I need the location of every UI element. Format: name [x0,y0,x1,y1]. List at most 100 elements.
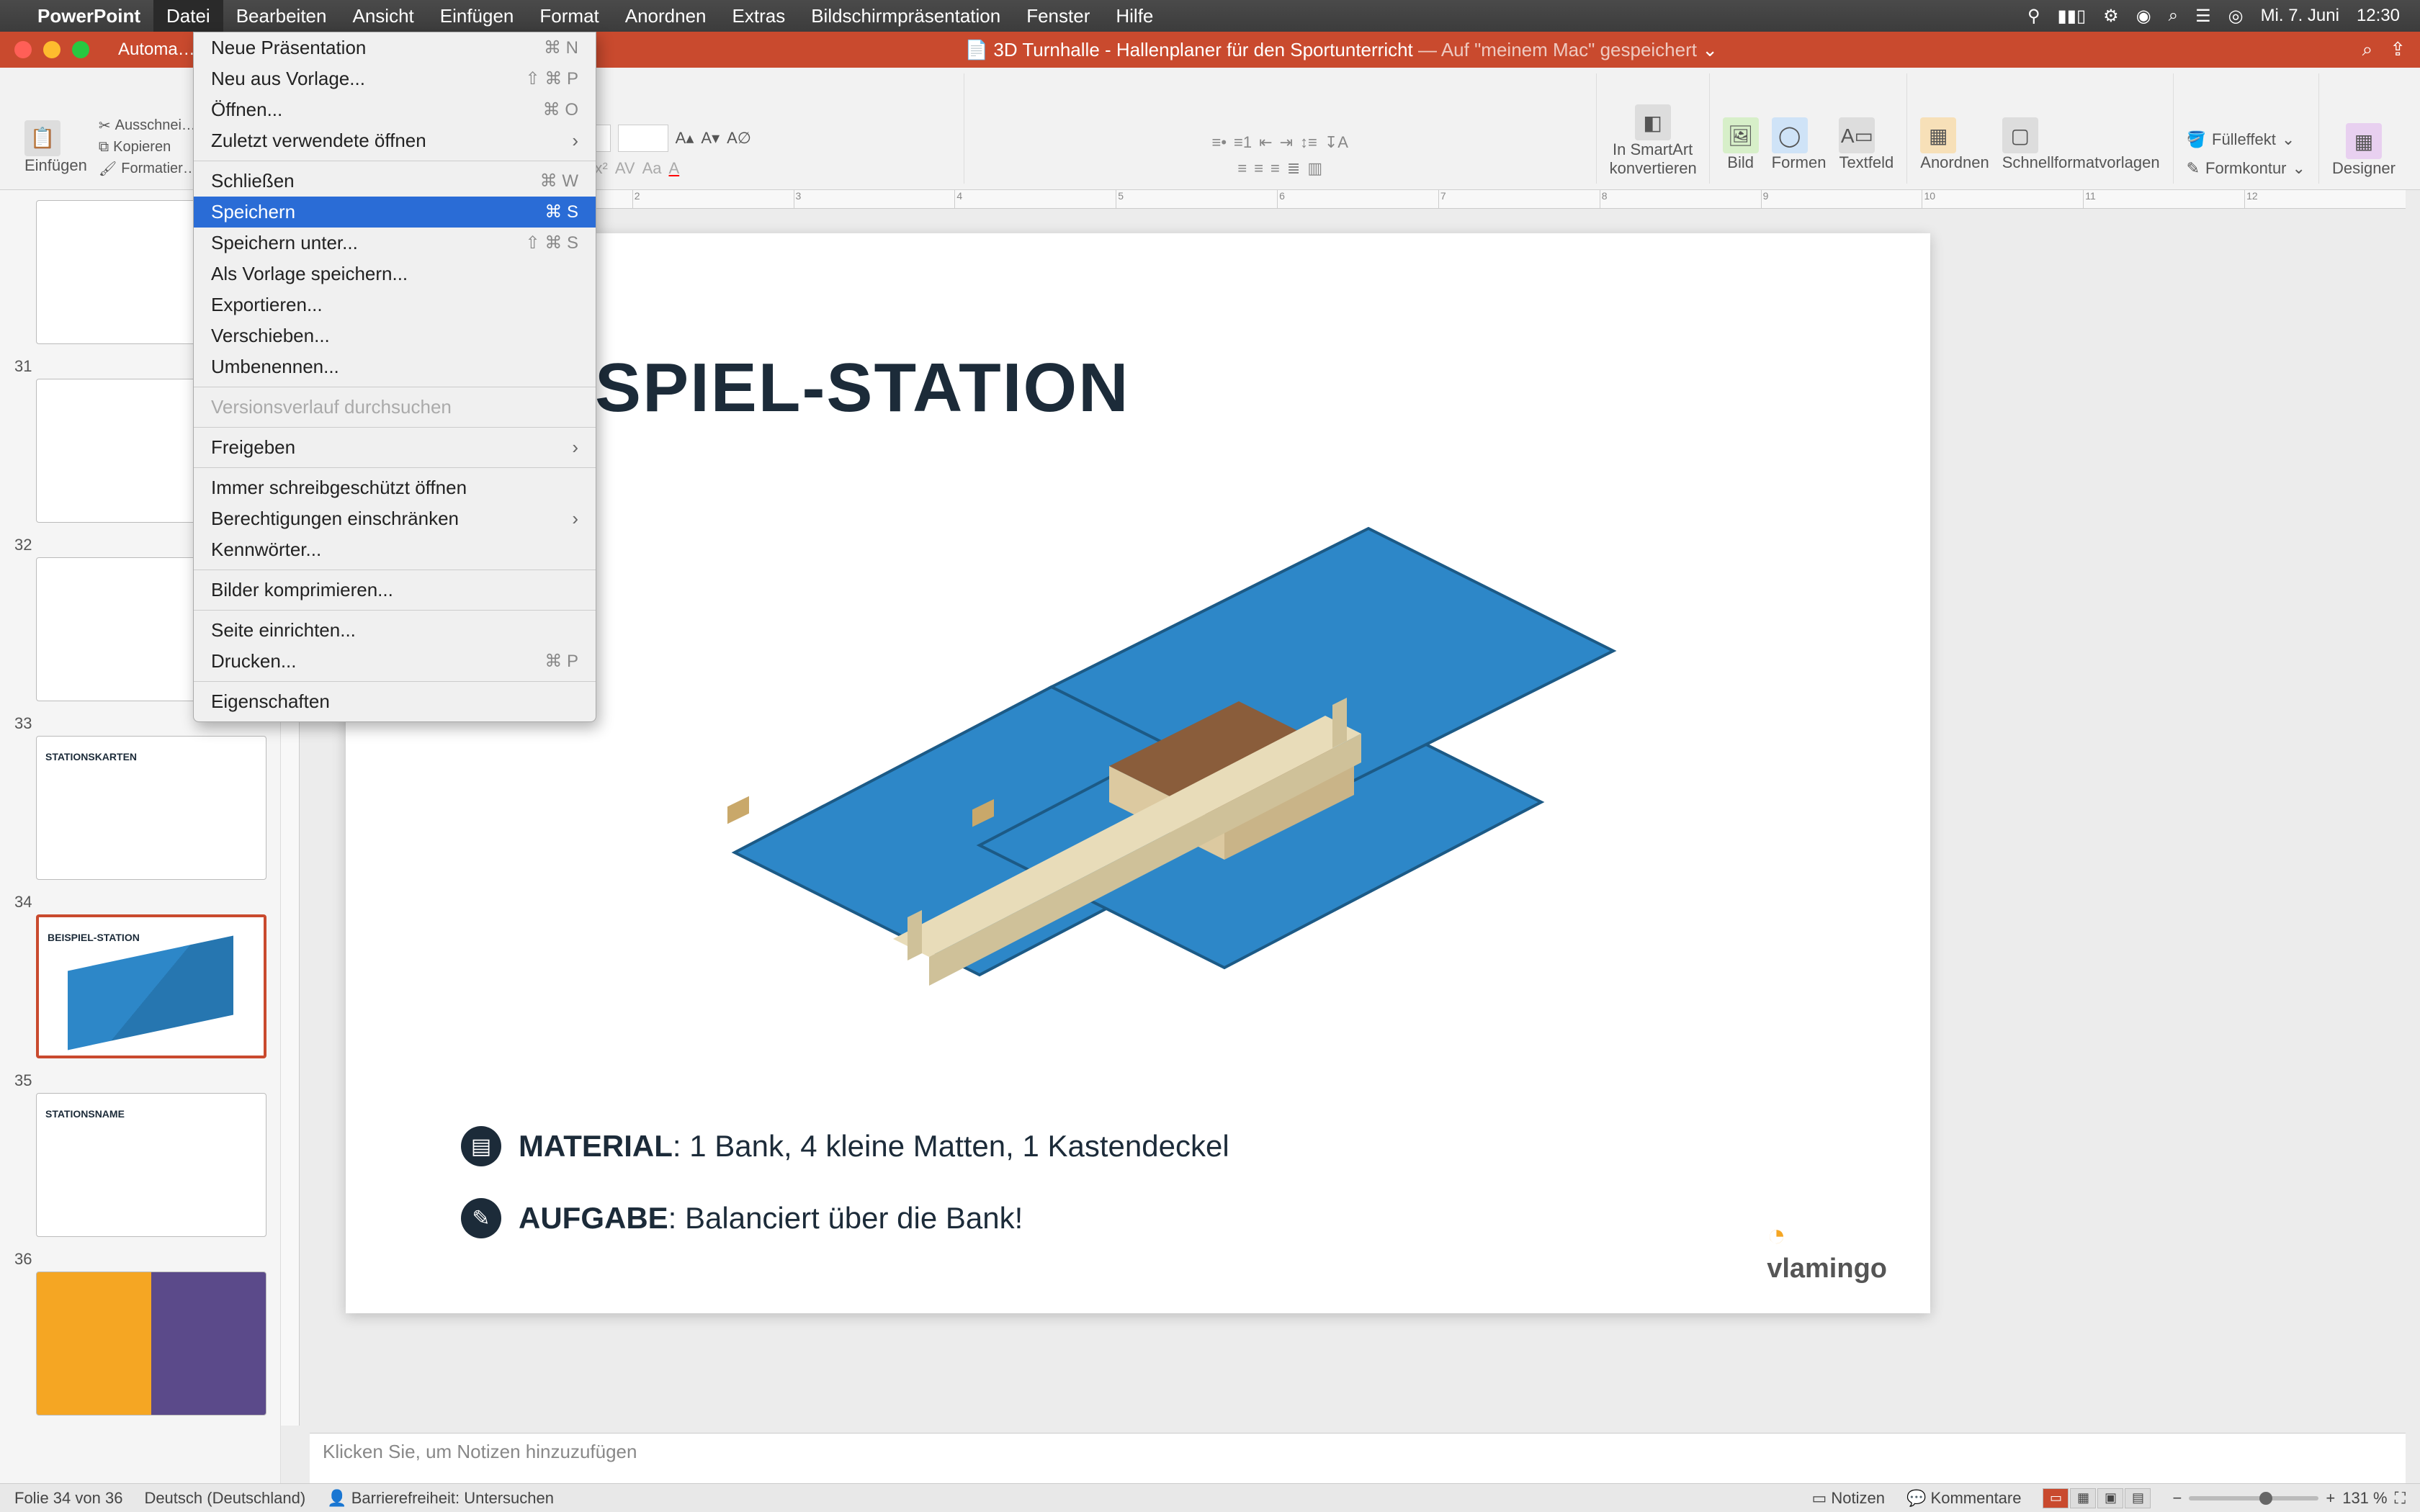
search-icon[interactable]: ⌕ [2362,38,2373,61]
menu-item[interactable]: Speichern unter...⇧ ⌘ S [194,228,596,258]
wifi-icon[interactable]: ⚙ [2094,6,2128,27]
menu-bildschirm[interactable]: Bildschirmpräsentation [798,0,1013,32]
clear-format-icon[interactable]: A∅ [727,129,751,148]
thumbnail[interactable]: 34BEISPIEL-STATION [14,893,266,1058]
menu-item[interactable]: Umbenennen... [194,351,596,382]
shapeoutline-button[interactable]: ✎Formkontur ⌄ [2187,159,2305,178]
thumbnail[interactable]: 33STATIONSKARTEN [14,714,266,880]
fit-button[interactable]: ⛶ [2395,1489,2406,1508]
notes-pane[interactable]: Klicken Sie, um Notizen hinzuzufügen [310,1433,2406,1483]
menu-hilfe[interactable]: Hilfe [1103,0,1166,32]
menu-item[interactable]: Öffnen...⌘ O [194,94,596,125]
designer-icon[interactable]: ▦ [2346,123,2382,159]
shapes-icon[interactable]: ◯ [1772,117,1808,153]
zoom-out-button[interactable]: − [2172,1489,2182,1508]
menu-datei[interactable]: Datei [153,0,223,32]
battery-icon[interactable]: ▮▮▯ [2049,6,2095,27]
menu-item[interactable]: Kennwörter... [194,534,596,565]
spotlight-icon[interactable]: ⌕ [2160,6,2187,26]
menu-item[interactable]: Neu aus Vorlage...⇧ ⌘ P [194,63,596,94]
menu-item[interactable]: Als Vorlage speichern... [194,258,596,289]
superscript-button[interactable]: x² [595,159,608,178]
align-left-icon[interactable]: ≡ [1237,159,1247,178]
thumbnail[interactable]: 36 [14,1250,266,1416]
bullets-icon[interactable]: ≡• [1212,133,1227,152]
menubar-time[interactable]: 12:30 [2348,6,2408,26]
font-size-input[interactable] [618,125,668,152]
menu-item[interactable]: Zuletzt verwendete öffnen› [194,125,596,156]
arrange-icon[interactable]: ▦ [1920,117,1956,153]
status-notes-button[interactable]: ▭ Notizen [1812,1489,1886,1508]
format-painter-button[interactable]: 🖌Formatier… [99,160,197,178]
autosave-toggle[interactable]: Automa… [118,40,195,60]
menu-item[interactable]: Seite einrichten... [194,615,596,646]
textdir-icon[interactable]: ↧A [1325,133,1348,152]
menu-fenster[interactable]: Fenster [1013,0,1103,32]
status-comments-button[interactable]: 💬 Kommentare [1906,1489,2021,1508]
align-right-icon[interactable]: ≡ [1270,159,1280,178]
linespacing-icon[interactable]: ↕≡ [1300,133,1317,152]
menu-item[interactable]: Speichern⌘ S [194,197,596,228]
font-color-button[interactable]: A [668,159,679,178]
menu-anordnen[interactable]: Anordnen [612,0,720,32]
zoom-level[interactable]: 131 % [2342,1489,2387,1508]
slideshow-view-button[interactable]: ▤ [2125,1488,2151,1508]
menu-ansicht[interactable]: Ansicht [339,0,426,32]
title-chevron-icon[interactable]: ⌄ [1702,39,1718,60]
menu-item[interactable]: Schließen⌘ W [194,166,596,197]
increase-font-icon[interactable]: A▴ [676,129,694,148]
zoom-in-button[interactable]: + [2326,1489,2335,1508]
menu-item[interactable]: Berechtigungen einschränken› [194,503,596,534]
menu-einfuegen[interactable]: Einfügen [427,0,527,32]
menu-item[interactable]: Drucken...⌘ P [194,646,596,677]
quickstyles-icon[interactable]: ▢ [2002,117,2038,153]
menu-item[interactable]: Immer schreibgeschützt öffnen [194,472,596,503]
share-icon[interactable]: ⇪ [2390,38,2406,61]
siri-icon[interactable]: ◎ [2220,6,2252,27]
menu-item[interactable]: Bilder komprimieren... [194,575,596,606]
outdent-icon[interactable]: ⇤ [1259,133,1272,152]
document-title[interactable]: 📄 3D Turnhalle - Hallenplaner für den Sp… [335,39,2348,61]
justify-icon[interactable]: ≣ [1287,159,1300,178]
indent-icon[interactable]: ⇥ [1280,133,1293,152]
cut-button[interactable]: ✂Ausschnei… [99,117,197,135]
align-center-icon[interactable]: ≡ [1254,159,1263,178]
chevron-right-icon: › [572,508,578,530]
menu-item[interactable]: Eigenschaften [194,686,596,717]
menu-bearbeiten[interactable]: Bearbeiten [223,0,340,32]
menu-item[interactable]: Freigeben› [194,432,596,463]
menu-item[interactable]: Verschieben... [194,320,596,351]
filleffect-button[interactable]: 🪣Fülleffekt ⌄ [2187,130,2305,149]
menu-extras[interactable]: Extras [720,0,799,32]
paste-icon[interactable]: 📋 [24,120,60,156]
reading-view-button[interactable]: ▣ [2097,1488,2123,1508]
menu-item[interactable]: Neue Präsentation⌘ N [194,32,596,63]
normal-view-button[interactable]: ▭ [2043,1488,2069,1508]
bluetooth-icon[interactable]: ⚲ [2019,6,2049,27]
numbering-icon[interactable]: ≡1 [1234,133,1252,152]
columns-icon[interactable]: ▥ [1307,159,1322,178]
textbox-icon[interactable]: A▭ [1839,117,1875,153]
copy-button[interactable]: ⧉Kopieren [99,139,197,156]
user-icon[interactable]: ◉ [2128,6,2160,27]
minimize-window-button[interactable] [43,41,60,58]
menu-format[interactable]: Format [526,0,611,32]
thumbnail[interactable]: 35STATIONSNAME [14,1071,266,1237]
status-language[interactable]: Deutsch (Deutschland) [144,1489,305,1508]
bucket-icon: 🪣 [2187,130,2206,149]
sorter-view-button[interactable]: ▦ [2070,1488,2096,1508]
picture-icon[interactable]: 🖼 [1723,117,1759,153]
smartart-icon[interactable]: ◧ [1635,104,1671,140]
highlight-button[interactable]: AV [615,159,635,178]
menu-item[interactable]: Exportieren... [194,289,596,320]
zoom-window-button[interactable] [72,41,89,58]
status-slide[interactable]: Folie 34 von 36 [14,1489,122,1508]
decrease-font-icon[interactable]: A▾ [701,129,720,148]
menubar-date[interactable]: Mi. 7. Juni [2252,6,2348,26]
case-button[interactable]: Aa [642,159,662,178]
status-accessibility[interactable]: 👤 Barrierefreiheit: Untersuchen [327,1489,554,1508]
control-center-icon[interactable]: ☰ [2187,6,2220,27]
zoom-slider[interactable] [2189,1496,2318,1500]
close-window-button[interactable] [14,41,32,58]
menu-app[interactable]: PowerPoint [24,0,153,32]
